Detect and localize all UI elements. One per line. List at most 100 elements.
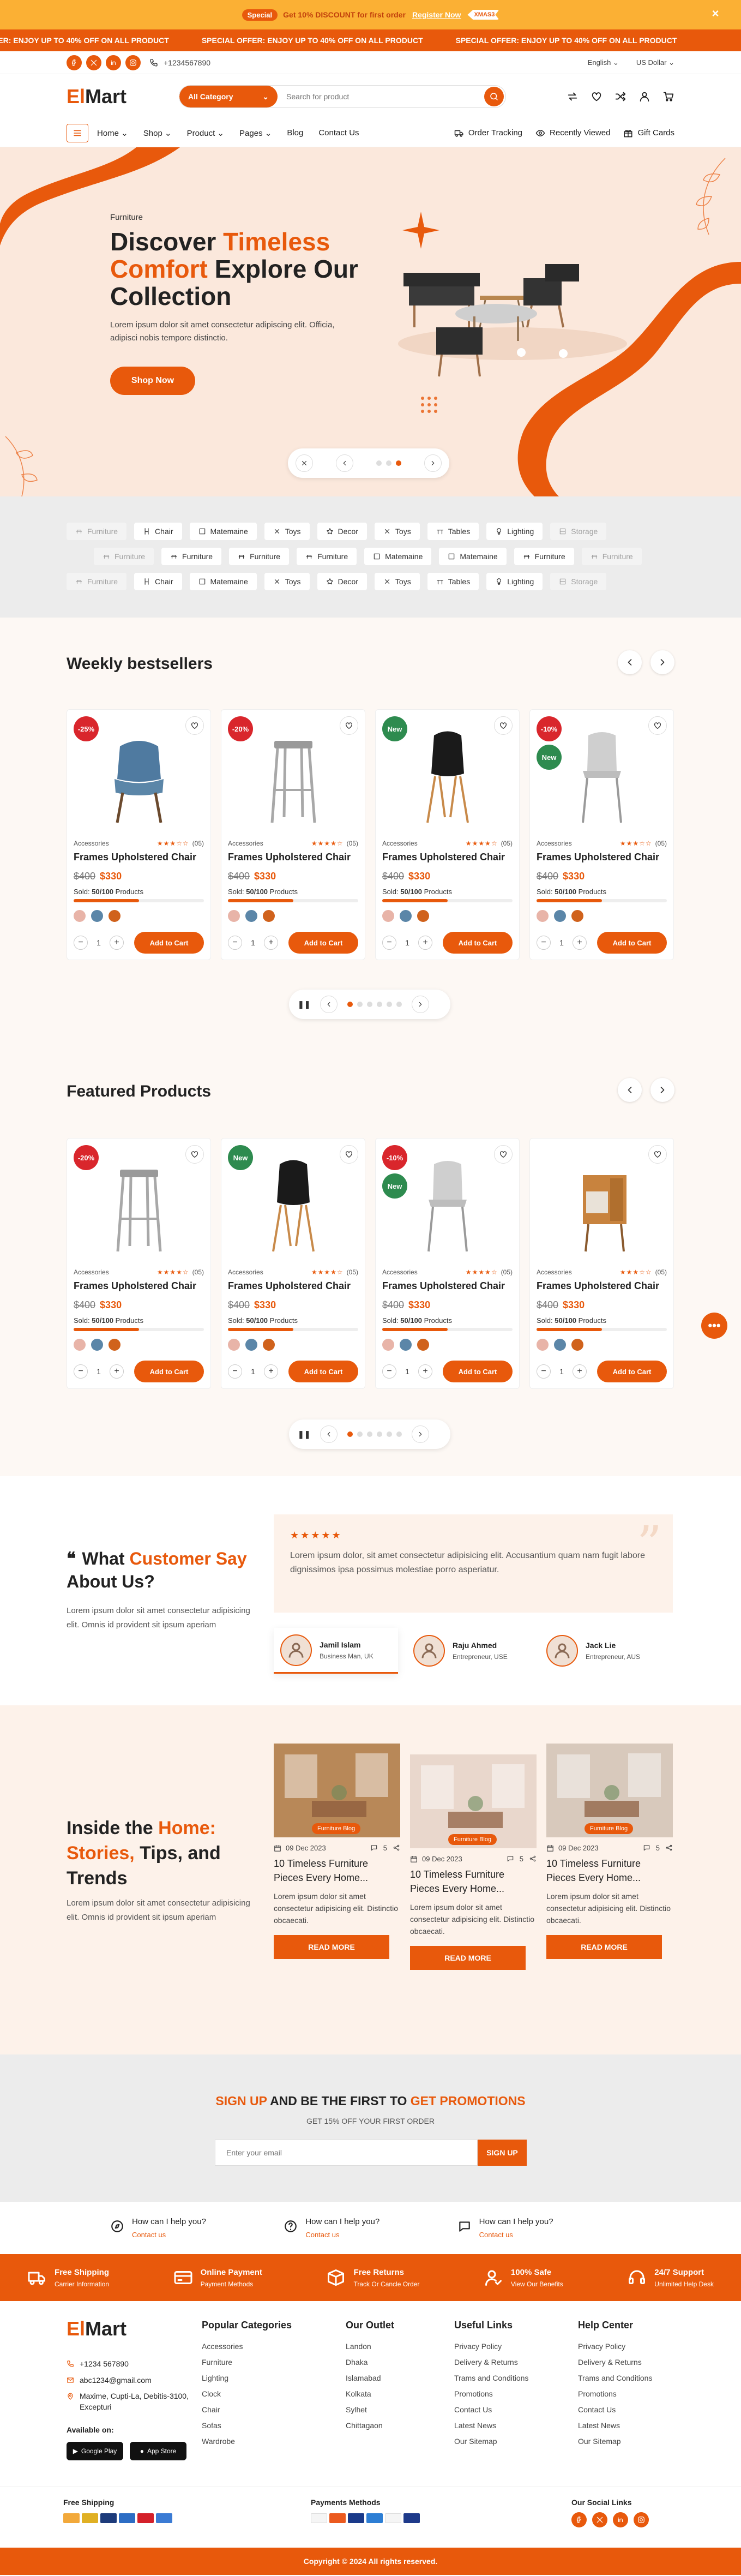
color-swatch[interactable] (537, 1339, 549, 1351)
add-to-cart-button[interactable]: Add to Cart (134, 932, 204, 954)
minus-icon[interactable]: − (382, 936, 396, 950)
share-icon[interactable] (393, 1844, 400, 1852)
quantity-value[interactable]: 1 (396, 1367, 418, 1376)
minus-icon[interactable]: − (228, 1364, 242, 1379)
product-name[interactable]: Frames Upholstered Chair (228, 1280, 358, 1292)
minus-icon[interactable]: − (74, 1364, 88, 1379)
instagram-icon[interactable] (634, 2512, 649, 2527)
footer-link[interactable]: Our Sitemap (578, 2434, 652, 2449)
color-swatch[interactable] (228, 910, 240, 922)
plus-icon[interactable]: + (573, 1364, 587, 1379)
product-name[interactable]: Frames Upholstered Chair (537, 1280, 667, 1292)
chevron-right-icon[interactable] (412, 1425, 430, 1443)
quantity-value[interactable]: 1 (242, 938, 264, 947)
category-tag[interactable]: Matemaine (364, 548, 432, 565)
help-item[interactable]: How can I help you? Contact us (284, 2217, 457, 2239)
shop-now-button[interactable]: Shop Now (110, 367, 195, 395)
add-to-cart-button[interactable]: Add to Cart (597, 932, 667, 954)
order-tracking-link[interactable]: Order Tracking (454, 128, 522, 138)
add-to-cart-button[interactable]: Add to Cart (597, 1361, 667, 1382)
google-play-button[interactable]: ▶ Google Play (67, 2442, 123, 2460)
plus-icon[interactable]: + (110, 1364, 124, 1379)
footer-link[interactable]: Latest News (578, 2418, 652, 2434)
heart-icon[interactable] (494, 716, 513, 735)
category-tag[interactable]: Chair (134, 573, 182, 590)
user-icon[interactable] (638, 91, 650, 103)
color-swatch[interactable] (109, 1339, 121, 1351)
product-name[interactable]: Frames Upholstered Chair (228, 852, 358, 863)
footer-link[interactable]: Trams and Conditions (578, 2370, 652, 2386)
color-swatch[interactable] (91, 910, 103, 922)
logo[interactable]: ElMart (67, 85, 126, 108)
color-swatch[interactable] (91, 1339, 103, 1351)
currency-select[interactable]: US Dollar ⌄ (636, 58, 674, 67)
heart-icon[interactable] (494, 1145, 513, 1164)
category-tag[interactable]: Tables (427, 523, 479, 540)
footer-link[interactable]: Dhaka (346, 2355, 394, 2370)
menu-icon[interactable] (67, 123, 88, 142)
chevron-right-icon[interactable] (650, 1078, 674, 1102)
product-card[interactable]: -20% Accessories ★★★★☆ (05) Frames Upholster… (221, 709, 365, 960)
footer-link[interactable]: Sylhet (346, 2402, 394, 2418)
pause-icon[interactable]: ❚❚ (298, 1000, 310, 1009)
carousel-dot[interactable] (387, 1002, 393, 1007)
read-more-button[interactable]: READ MORE (546, 1935, 662, 1959)
testimonial-person[interactable]: Jack Lie Entrepreneur, AUS (540, 1628, 664, 1674)
heart-icon[interactable] (340, 1145, 358, 1164)
color-swatch[interactable] (382, 910, 394, 922)
footer-link[interactable]: Promotions (454, 2386, 528, 2402)
minus-icon[interactable]: − (537, 936, 551, 950)
quantity-value[interactable]: 1 (242, 1367, 264, 1376)
shuffle-icon[interactable] (615, 91, 626, 103)
category-tag[interactable]: Toys (264, 523, 310, 540)
read-more-button[interactable]: READ MORE (410, 1946, 526, 1970)
category-tag[interactable]: Furniture (297, 548, 357, 565)
testimonial-person[interactable]: Jamil Islam Business Man, UK (274, 1628, 398, 1674)
blog-post-title[interactable]: 10 Timeless Furniture Pieces Every Home.… (410, 1867, 537, 1896)
product-name[interactable]: Frames Upholstered Chair (382, 1280, 513, 1292)
gift-cards-link[interactable]: Gift Cards (623, 128, 674, 138)
category-tag[interactable]: Furniture (67, 523, 127, 540)
minus-icon[interactable]: − (228, 936, 242, 950)
category-tag[interactable]: Toys (374, 573, 420, 590)
search-icon[interactable] (484, 87, 504, 106)
color-swatch[interactable] (417, 1339, 429, 1351)
footer-link[interactable]: Furniture (202, 2355, 292, 2370)
color-swatch[interactable] (245, 910, 257, 922)
category-tag[interactable]: Decor (317, 573, 367, 590)
recently-viewed-link[interactable]: Recently Viewed (535, 128, 610, 138)
color-swatch[interactable] (400, 1339, 412, 1351)
chevron-left-icon[interactable] (618, 1078, 642, 1102)
nav-contact[interactable]: Contact Us (318, 128, 359, 138)
read-more-button[interactable]: READ MORE (274, 1935, 389, 1959)
carousel-dot[interactable] (387, 1431, 393, 1437)
color-swatch[interactable] (571, 1339, 583, 1351)
nav-blog[interactable]: Blog (287, 128, 303, 138)
testimonial-person[interactable]: Raju Ahmed Entrepreneur, USE (407, 1628, 531, 1674)
register-link[interactable]: Register Now (412, 10, 461, 19)
quantity-value[interactable]: 1 (551, 938, 573, 947)
color-swatch[interactable] (74, 910, 86, 922)
carousel-dot-active[interactable] (347, 1431, 353, 1437)
color-swatch[interactable] (245, 1339, 257, 1351)
plus-icon[interactable]: + (264, 1364, 278, 1379)
category-select[interactable]: All Category ⌄ (179, 86, 278, 107)
sign-up-button[interactable]: SIGN UP (478, 2140, 527, 2166)
footer-link[interactable]: Trams and Conditions (454, 2370, 528, 2386)
footer-link[interactable]: Chair (202, 2402, 292, 2418)
carousel-dot[interactable] (357, 1431, 363, 1437)
share-icon[interactable] (529, 1855, 537, 1862)
chevron-left-icon[interactable] (320, 1425, 338, 1443)
category-tag[interactable]: Toys (264, 573, 310, 590)
footer-link[interactable]: Chittagaon (346, 2418, 394, 2434)
plus-icon[interactable]: + (264, 936, 278, 950)
product-card[interactable]: New Accessories ★★★★☆ (05) Frames Upholstere… (221, 1138, 365, 1389)
blog-image[interactable]: Furniture Blog (410, 1754, 537, 1848)
heart-icon[interactable] (185, 1145, 204, 1164)
color-swatch[interactable] (417, 910, 429, 922)
email-field[interactable] (215, 2140, 478, 2166)
comment-icon[interactable] (370, 1844, 378, 1852)
add-to-cart-button[interactable]: Add to Cart (134, 1361, 204, 1382)
search-input[interactable] (278, 92, 485, 101)
footer-link[interactable]: Privacy Policy (454, 2339, 528, 2355)
